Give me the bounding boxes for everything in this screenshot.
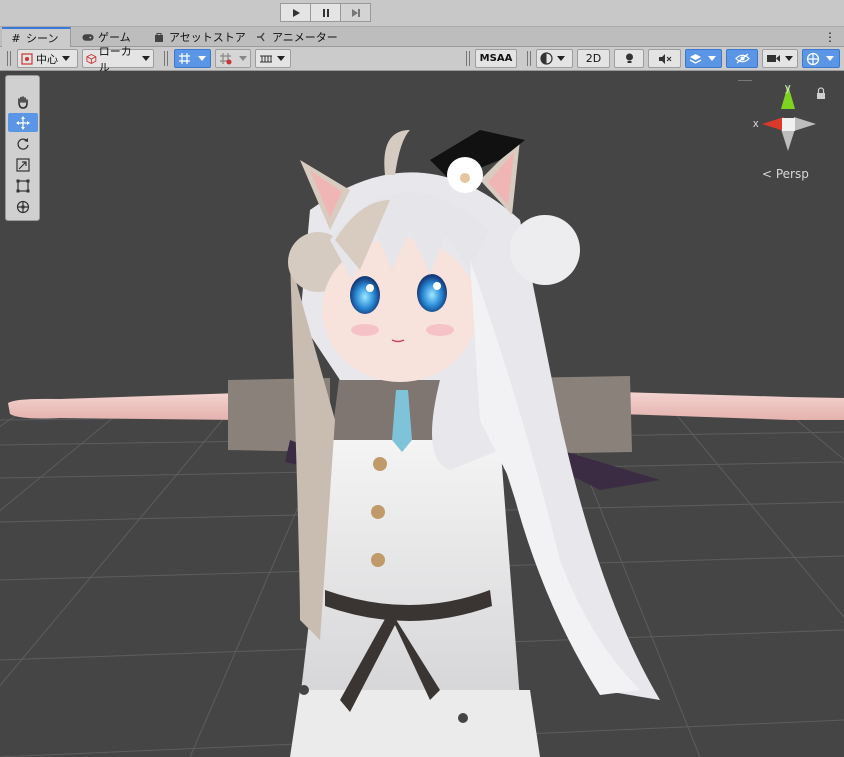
increment-snap-button[interactable]: [215, 49, 251, 68]
axis-neg-y-cone[interactable]: [781, 129, 795, 151]
scene-toolbar: 中心 ローカル MSAA 2D: [0, 45, 844, 74]
grid-snap-icon: [179, 53, 190, 64]
toolbar-separator: [10, 51, 11, 66]
toolbar-separator: [466, 51, 467, 66]
transform-tool[interactable]: [8, 197, 38, 216]
gizmo-center-cube[interactable]: [782, 118, 795, 131]
lighting-button[interactable]: [614, 49, 644, 68]
pivot-dropdown[interactable]: 中心: [17, 49, 78, 68]
space-dropdown[interactable]: ローカル: [82, 45, 154, 74]
more-options-icon[interactable]: ⋮: [824, 30, 836, 44]
increment-snap-icon: [220, 53, 232, 65]
ruler-dropdown[interactable]: [255, 49, 291, 68]
chevron-down-icon: [142, 56, 150, 61]
tab-asset-store-label: アセットストア: [169, 31, 246, 44]
rotate-tool[interactable]: [8, 134, 38, 153]
pivot-label: 中心: [36, 52, 58, 66]
scale-icon: [16, 157, 30, 172]
tab-scene[interactable]: # シーン: [2, 27, 71, 47]
rect-transform-icon: [16, 179, 30, 192]
move-arrows-icon: [16, 115, 30, 130]
step-button[interactable]: [340, 3, 371, 22]
persp-label[interactable]: < Persp: [762, 167, 809, 181]
scene-render: [0, 130, 844, 757]
hidden-objects-button[interactable]: [726, 49, 758, 68]
toolbar-separator: [7, 51, 8, 66]
effects-dropdown[interactable]: [685, 49, 722, 68]
toolbar-separator: [530, 51, 531, 66]
toolbar-separator: [469, 51, 470, 66]
ruler-icon: [260, 55, 272, 62]
tab-scene-label: シーン: [26, 32, 59, 45]
scale-tool[interactable]: [8, 155, 38, 174]
play-icon: [292, 8, 300, 17]
audio-mute-icon: [658, 53, 671, 64]
space-label: ローカル: [98, 44, 132, 74]
gizmos-dropdown[interactable]: [802, 49, 840, 68]
chevron-down-icon: [277, 56, 285, 61]
toolbar-separator: [527, 51, 528, 66]
toolbar-separator: [164, 51, 165, 66]
rotate-icon: [17, 137, 29, 150]
tools-palette: [5, 75, 40, 221]
lighting-icon: [625, 53, 633, 63]
msaa-button[interactable]: MSAA: [475, 49, 517, 68]
gamepad-icon: [82, 31, 94, 43]
axis-y-label: y: [785, 82, 791, 94]
chevron-down-icon: [198, 56, 206, 61]
bag-icon: [153, 31, 165, 43]
camera-icon: [767, 55, 780, 62]
axis-neg-x-cone[interactable]: [794, 117, 816, 131]
chevron-down-icon: [785, 56, 793, 61]
move-tool[interactable]: [8, 113, 38, 132]
hand-icon: [18, 95, 28, 109]
play-controls-bar: [0, 0, 844, 27]
scene-viewport[interactable]: y x < Persp: [0, 71, 844, 757]
gizmo-divider: [738, 80, 752, 81]
chevron-down-icon: [708, 56, 716, 61]
avatar-model: [8, 130, 844, 757]
tab-animator-label: アニメーター: [272, 31, 338, 44]
grid-snap-button[interactable]: [174, 49, 211, 68]
chevron-down-icon: [557, 56, 565, 61]
rect-tool[interactable]: [8, 176, 38, 195]
mode-2d-button[interactable]: 2D: [577, 49, 610, 68]
animator-icon: [256, 31, 268, 43]
tab-animator[interactable]: アニメーター: [248, 27, 346, 47]
lock-icon[interactable]: [817, 87, 825, 99]
audio-button[interactable]: [648, 49, 681, 68]
camera-dropdown[interactable]: [762, 49, 798, 68]
chevron-down-icon: [239, 56, 247, 61]
axis-x-label: x: [753, 118, 759, 130]
scene-grid-icon: #: [11, 31, 21, 45]
step-icon: [351, 8, 360, 17]
msaa-label: MSAA: [479, 53, 513, 64]
gizmo-icon: [806, 52, 820, 65]
cube-icon: [86, 53, 97, 64]
play-button[interactable]: [280, 3, 311, 22]
mode-2d-label: 2D: [585, 52, 602, 65]
transform-icon: [16, 200, 30, 213]
layers-icon: [689, 53, 702, 64]
pause-button[interactable]: [310, 3, 341, 22]
chevron-down-icon: [826, 56, 834, 61]
pause-icon: [322, 8, 329, 17]
shading-mode-dropdown[interactable]: [536, 49, 573, 68]
axis-x-cone[interactable]: [762, 117, 784, 131]
toolbar-separator: [167, 51, 168, 66]
eye-hidden-icon: [734, 53, 750, 64]
pivot-icon: [21, 52, 33, 65]
sphere-icon: [540, 52, 553, 65]
chevron-down-icon: [62, 56, 70, 61]
tab-asset-store[interactable]: アセットストア: [145, 27, 254, 47]
hand-tool[interactable]: [8, 92, 38, 111]
